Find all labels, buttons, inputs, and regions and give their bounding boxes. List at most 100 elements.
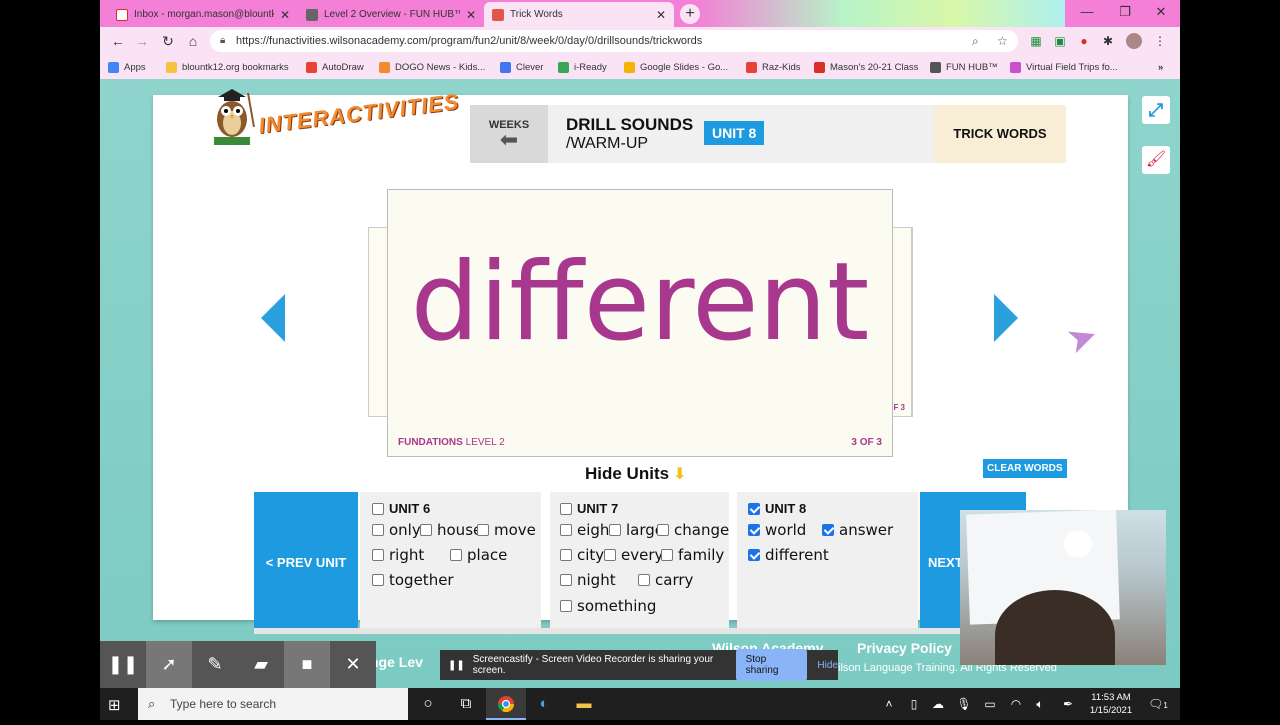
paintbrush-icon[interactable]: 🖌︎: [1142, 146, 1170, 174]
tab-trick-words[interactable]: Trick Words ✕: [484, 2, 674, 27]
zoom-icon[interactable]: ⌕: [972, 30, 979, 52]
cortana-icon[interactable]: ○: [408, 688, 448, 720]
unit-checkbox[interactable]: UNIT 6: [372, 501, 430, 516]
bookmark-virtual-field-trips[interactable]: Virtual Field Trips fo...: [1010, 59, 1118, 75]
edge-taskbar-icon[interactable]: ◐: [524, 688, 564, 720]
bookmark-dogo-news[interactable]: DOGO News - Kids...: [379, 59, 485, 75]
next-card-icon[interactable]: [994, 294, 1018, 342]
more-bookmarks-icon[interactable]: »: [1158, 59, 1163, 75]
checkbox[interactable]: [560, 600, 572, 612]
windows-start-icon[interactable]: ⊞: [108, 696, 121, 714]
microphone-icon[interactable]: 🎙︎: [954, 688, 974, 720]
notifications-icon[interactable]: 🗨︎1: [1146, 688, 1170, 720]
unit-checkbox[interactable]: UNIT 7: [560, 501, 618, 516]
extensions-icon[interactable]: ✱: [1100, 33, 1116, 49]
bookmark-masons-class[interactable]: Mason's 20-21 Class: [814, 59, 918, 75]
bookmark-google-slides[interactable]: Google Slides - Go...: [624, 59, 728, 75]
checkbox[interactable]: [560, 574, 572, 586]
unit-checkbox[interactable]: UNIT 8: [748, 501, 806, 516]
battery-icon[interactable]: ▭: [980, 688, 1000, 720]
checkbox[interactable]: [604, 549, 616, 561]
checkbox-checked[interactable]: [748, 502, 760, 515]
word-checkbox[interactable]: every: [604, 546, 663, 564]
meet-now-icon[interactable]: ▯: [904, 688, 924, 720]
checkbox[interactable]: [560, 549, 572, 561]
close-icon[interactable]: ✕: [280, 8, 290, 22]
word-checkbox[interactable]: place: [450, 546, 507, 564]
restore-button[interactable]: ❐: [1108, 0, 1142, 26]
word-checkbox[interactable]: different: [748, 546, 829, 564]
word-checkbox[interactable]: world: [748, 521, 806, 539]
word-checkbox[interactable]: move: [477, 521, 536, 539]
word-checkbox[interactable]: together: [372, 571, 454, 589]
chrome-taskbar-icon[interactable]: [486, 688, 526, 720]
checkbox[interactable]: [372, 502, 384, 515]
word-checkbox[interactable]: house: [420, 521, 482, 539]
trick-word-card[interactable]: different FUNDATIONS LEVEL 2 3 OF 3: [387, 189, 893, 457]
word-checkbox[interactable]: night: [560, 571, 616, 589]
word-checkbox[interactable]: large: [609, 521, 664, 539]
back-icon[interactable]: ←: [108, 31, 128, 51]
stop-sharing-button[interactable]: Stop sharing: [735, 649, 808, 681]
volume-icon[interactable]: 🔈︎: [1030, 688, 1050, 720]
checkbox-checked[interactable]: [748, 524, 760, 536]
word-checkbox[interactable]: only: [372, 521, 421, 539]
show-hidden-icons[interactable]: ˄: [880, 688, 898, 720]
word-checkbox[interactable]: something: [560, 597, 656, 615]
onedrive-icon[interactable]: ☁: [928, 688, 948, 720]
checkbox[interactable]: [560, 524, 572, 536]
bookmark-clever[interactable]: Clever: [500, 59, 543, 75]
checkbox[interactable]: [420, 524, 432, 536]
checkbox-checked[interactable]: [822, 524, 834, 536]
previous-card-icon[interactable]: [261, 294, 285, 342]
pen-tool-icon[interactable]: ✎: [192, 641, 238, 688]
minimize-button[interactable]: —: [1070, 0, 1104, 26]
close-window-button[interactable]: ✕: [1144, 0, 1178, 26]
checkbox[interactable]: [372, 574, 384, 586]
bookmark-fun-hub[interactable]: FUN HUB™: [930, 59, 998, 75]
word-checkbox[interactable]: change: [657, 521, 729, 539]
webcam-overlay[interactable]: [960, 510, 1166, 665]
hide-units-toggle[interactable]: Hide Units ⬇: [585, 464, 686, 484]
close-icon[interactable]: ✕: [656, 8, 666, 22]
task-view-icon[interactable]: ⧉: [446, 688, 486, 720]
word-checkbox[interactable]: answer: [822, 521, 893, 539]
checkbox[interactable]: [657, 524, 669, 536]
hide-banner-button[interactable]: Hide: [817, 660, 838, 671]
avatar[interactable]: [1126, 33, 1142, 49]
eraser-tool-icon[interactable]: ▰: [238, 641, 284, 688]
checkbox[interactable]: [609, 524, 621, 536]
weeks-back-button[interactable]: WEEKS ⬅: [470, 105, 548, 163]
bookmark-autodraw[interactable]: AutoDraw: [306, 59, 364, 75]
close-toolbar-icon[interactable]: ✕: [330, 641, 376, 688]
wifi-icon[interactable]: ◠: [1006, 688, 1026, 720]
word-checkbox[interactable]: family: [661, 546, 724, 564]
bookmark-blountk12[interactable]: blountk12.org bookmarks: [166, 59, 289, 75]
checkbox[interactable]: [372, 524, 384, 536]
clear-words-button[interactable]: CLEAR WORDS: [983, 459, 1067, 478]
checkbox[interactable]: [638, 574, 650, 586]
extension-classroom-icon[interactable]: ▣: [1052, 33, 1068, 49]
menu-icon[interactable]: ⋮: [1152, 33, 1168, 49]
checkbox[interactable]: [450, 549, 462, 561]
home-icon[interactable]: ⌂: [183, 31, 203, 51]
extension-sheets-icon[interactable]: ▦: [1028, 33, 1044, 49]
checkbox-checked[interactable]: [748, 549, 760, 561]
camera-toggle-icon[interactable]: ■: [284, 641, 330, 688]
word-checkbox[interactable]: city: [560, 546, 604, 564]
checkbox[interactable]: [661, 549, 673, 561]
tab-inbox[interactable]: Inbox - morgan.mason@blountk ✕: [108, 2, 298, 27]
bookmark-iready[interactable]: i-Ready: [558, 59, 607, 75]
pause-icon[interactable]: ❚❚: [100, 641, 146, 688]
checkbox[interactable]: [477, 524, 489, 536]
pen-workspace-icon[interactable]: ✒: [1058, 688, 1078, 720]
prev-unit-button[interactable]: < PREV UNIT: [254, 492, 358, 634]
fullscreen-icon[interactable]: ⤢: [1142, 96, 1170, 124]
word-checkbox[interactable]: eight: [560, 521, 615, 539]
forward-icon[interactable]: →: [132, 31, 152, 51]
extension-screencastify-icon[interactable]: ●: [1076, 33, 1092, 49]
word-checkbox[interactable]: carry: [638, 571, 693, 589]
cursor-tool-icon[interactable]: ➚: [146, 641, 192, 688]
taskbar-search-input[interactable]: ⌕ Type here to search: [138, 688, 408, 720]
word-checkbox[interactable]: right: [372, 546, 424, 564]
